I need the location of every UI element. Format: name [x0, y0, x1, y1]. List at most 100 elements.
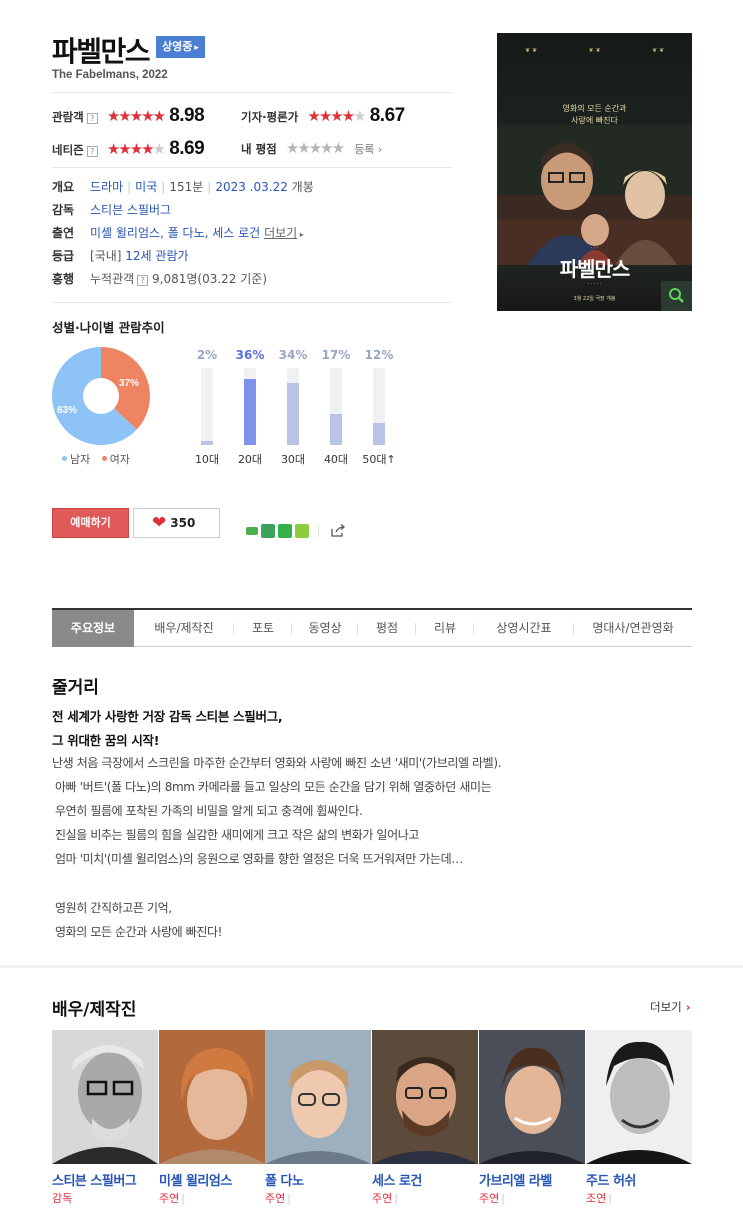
age-bar-track — [330, 368, 342, 445]
age-bar-column: 12% 50대↑ — [359, 348, 399, 468]
cast-photo[interactable] — [52, 1030, 158, 1164]
my-rating-register[interactable]: 등록 › — [354, 143, 382, 156]
cast-name-link[interactable]: 스티븐 스필버그 — [52, 1170, 137, 1189]
divider — [52, 302, 452, 303]
synopsis-headline-1: 전 세계가 사랑한 거장 감독 스티븐 스필버그, — [52, 709, 283, 724]
cast-more-link[interactable]: 더보기 — [264, 226, 297, 240]
divider — [52, 167, 452, 168]
poster-director-line: · · · — [590, 245, 599, 251]
tab-label: 주요정보 — [70, 621, 116, 635]
age-pct-label: 2% — [196, 348, 218, 362]
director-label: 감독 — [52, 203, 75, 217]
cast-role: 주연 | — [372, 1190, 398, 1206]
zoom-button[interactable] — [661, 281, 692, 311]
cast-heading: 배우/제작진 — [52, 1000, 137, 1020]
boxoffice-key: 누적관객 — [90, 272, 135, 286]
my-rating-stars[interactable]: ★★★★★ — [286, 139, 345, 157]
movie-poster[interactable]: ❦ ❦ ❦ ❦ ❦ ❦ 영화의 모든 순간과 사랑에 빠진다 · · · 파벨만… — [497, 33, 692, 311]
tab-item[interactable]: 동영상 — [292, 610, 358, 647]
separator: | — [394, 1192, 398, 1205]
age-bar — [287, 383, 299, 445]
age-bar-track — [287, 368, 299, 445]
cast-role-label: 감독 — [52, 1192, 73, 1205]
cast-value: 미셸 윌리엄스, 폴 다노, 세스 로건 더보기 ▸ — [90, 226, 304, 240]
like-count: 350 — [170, 516, 196, 530]
grade-link[interactable]: 12세 관람가 — [125, 249, 188, 263]
tab-item[interactable]: 포토 — [234, 610, 292, 647]
critic-stars: ★★★★★ — [307, 107, 366, 125]
help-icon[interactable]: ? — [86, 113, 98, 124]
director-link[interactable]: 스티븐 스필버그 — [90, 203, 171, 217]
cast-name-link[interactable]: 가브리엘 라벨 — [479, 1170, 552, 1189]
cast-photo[interactable] — [586, 1030, 692, 1164]
age-pct-label: 34% — [278, 348, 308, 362]
cast-photo[interactable] — [265, 1030, 371, 1164]
release-date-link[interactable]: 2023 .03.22 — [215, 180, 288, 194]
cast-name-link[interactable]: 세스 로건 — [372, 1170, 422, 1189]
book-button[interactable]: 예매하기 — [52, 508, 129, 538]
help-icon[interactable]: ? — [86, 146, 98, 157]
divider — [52, 92, 452, 93]
boxoffice-label: 흥행 — [52, 272, 75, 286]
overview-value: 드라마 | 미국 | 151분 | 2023 .03.22 개봉 — [90, 180, 314, 194]
age-bar-track — [201, 368, 213, 445]
cast-name-link[interactable]: 주드 허쉬 — [586, 1170, 636, 1189]
cast-role-label: 주연 — [159, 1192, 180, 1205]
naver-blog-icon[interactable] — [246, 526, 258, 535]
tab-label: 명대사/연관영화 — [592, 621, 674, 635]
cast-role: 주연 | — [479, 1190, 505, 1206]
cast-name-link[interactable]: 폴 다노 — [265, 1170, 304, 1189]
cast-links[interactable]: 미셸 윌리엄스, 폴 다노, 세스 로건 — [90, 226, 260, 240]
synopsis-line: 아빠 '버트'(폴 다노)의 8mm 카메라를 들고 일상의 모든 순간을 담기… — [55, 780, 492, 794]
age-pct-label: 17% — [321, 348, 351, 362]
age-pct-label: 12% — [364, 348, 394, 362]
tab-item[interactable]: 리뷰 — [416, 610, 474, 647]
like-button[interactable]: ❤ 350 — [133, 508, 220, 538]
genre-link[interactable]: 드라마 — [90, 180, 123, 194]
tab-label: 동영상 — [308, 621, 342, 635]
tab-item[interactable]: 명대사/연관영화 — [574, 610, 692, 647]
tab-item[interactable]: 주요정보 — [52, 610, 134, 647]
chevron-right-icon: ▸ — [194, 43, 199, 53]
tab-item[interactable]: 상영시간표 — [474, 610, 574, 647]
demographics-title: 성별·나이별 관람추이 — [52, 320, 165, 335]
age-bar-column: 36% 20대 — [230, 348, 270, 468]
critic-rating-label: 기자·평론가 — [241, 110, 299, 124]
cast-role: 감독 — [52, 1190, 72, 1206]
cast-role-label: 주연 — [265, 1192, 286, 1205]
age-bar-column: 2% 10대 — [187, 348, 227, 468]
gender-legend: 남자 여자 — [62, 451, 130, 467]
grade-label: 등급 — [52, 249, 75, 263]
tab-label: 배우/제작진 — [154, 621, 214, 635]
share-icon[interactable] — [330, 523, 346, 538]
tab-item[interactable]: 평점 — [358, 610, 416, 647]
boxoffice-value: 누적관객? 9,081명(03.22 기준) — [90, 270, 267, 287]
male-legend-label: 남자 — [70, 453, 91, 466]
movie-subtitle: The Fabelmans, 2022 — [52, 69, 168, 81]
age-bar — [330, 414, 342, 445]
cafe-icon[interactable] — [261, 523, 275, 538]
tab-label: 상영시간표 — [496, 621, 552, 635]
poster-awards: ❦ ❦ ❦ ❦ ❦ ❦ — [505, 41, 684, 67]
age-bar-track — [373, 368, 385, 445]
help-icon[interactable]: ? — [137, 275, 149, 286]
cast-name-link[interactable]: 미셸 윌리엄스 — [159, 1170, 232, 1189]
age-label: 10대 — [194, 453, 220, 466]
poster-scene-image — [497, 125, 692, 265]
cast-role: 주연 | — [159, 1190, 185, 1206]
cast-photo[interactable] — [159, 1030, 265, 1164]
cast-more-link[interactable]: 더보기 › — [650, 999, 691, 1015]
bookmark-icon[interactable] — [278, 523, 292, 538]
tab-item[interactable]: 배우/제작진 — [134, 610, 234, 647]
cast-photo[interactable] — [372, 1030, 478, 1164]
country-link[interactable]: 미국 — [135, 180, 157, 194]
tab-bar: 주요정보 배우/제작진 포토 동영상 평점 리뷰 상영시간표 명대사/연관영화 — [52, 608, 692, 647]
cast-photo[interactable] — [479, 1030, 585, 1164]
synopsis-line: 우연히 필름에 포착된 가족의 비밀을 알게 되고 충격에 휩싸인다. — [55, 804, 363, 818]
memo-icon[interactable] — [295, 523, 309, 538]
separator: | — [501, 1192, 505, 1205]
boxoffice-number: 9,081명(03.22 기준) — [152, 272, 268, 286]
age-label: 20대 — [237, 453, 263, 466]
status-badge[interactable]: 상영중 ▸ — [156, 36, 205, 58]
female-legend-label: 여자 — [109, 453, 130, 466]
